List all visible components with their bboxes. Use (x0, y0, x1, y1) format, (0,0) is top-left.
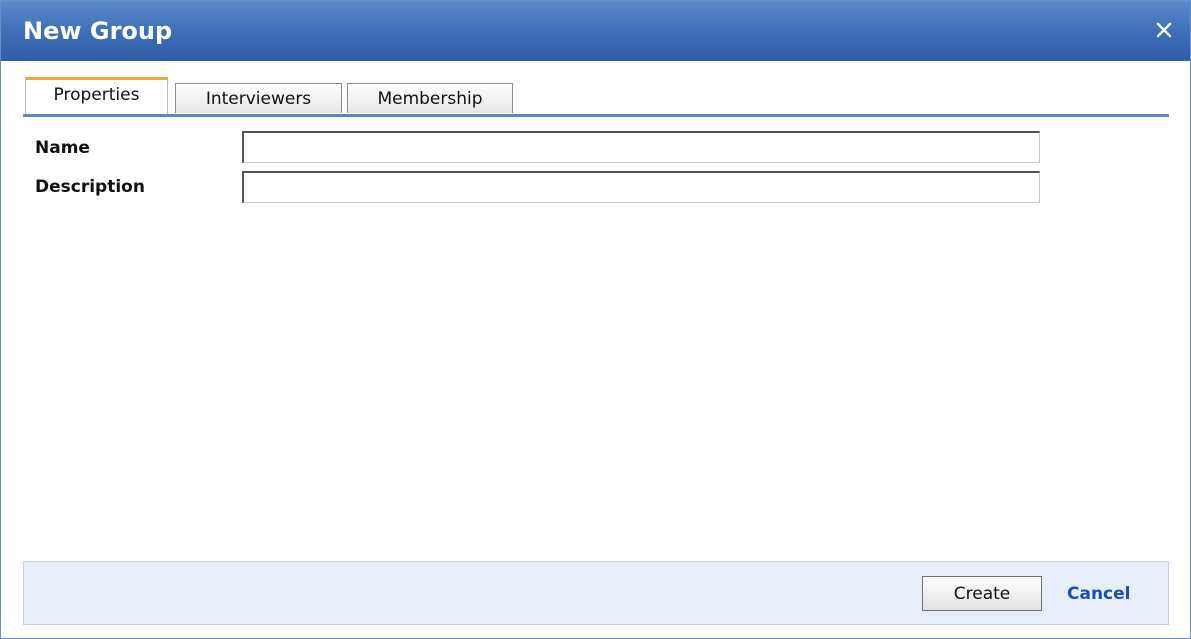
dialog-title: New Group (23, 17, 173, 45)
description-field[interactable] (242, 171, 1040, 203)
tab-membership[interactable]: Membership (347, 83, 513, 113)
name-label: Name (35, 138, 90, 158)
tab-properties[interactable]: Properties (25, 77, 168, 115)
name-field[interactable] (242, 131, 1040, 163)
tab-interviewers[interactable]: Interviewers (175, 83, 342, 113)
description-label: Description (35, 177, 145, 197)
create-button[interactable]: Create (922, 576, 1042, 611)
tab-divider (23, 114, 1169, 117)
cancel-link[interactable]: Cancel (1067, 584, 1130, 604)
dialog-titlebar: New Group (1, 1, 1190, 61)
new-group-dialog: New Group Properties Interviewers Member… (0, 0, 1191, 639)
close-icon[interactable] (1152, 18, 1176, 42)
